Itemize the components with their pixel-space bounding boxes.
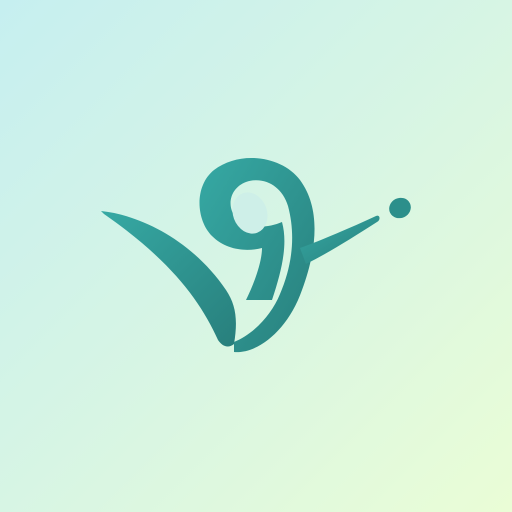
swoosh-figure-logo-icon <box>101 157 411 353</box>
app-icon-canvas <box>0 0 512 512</box>
head-dot <box>389 197 411 219</box>
